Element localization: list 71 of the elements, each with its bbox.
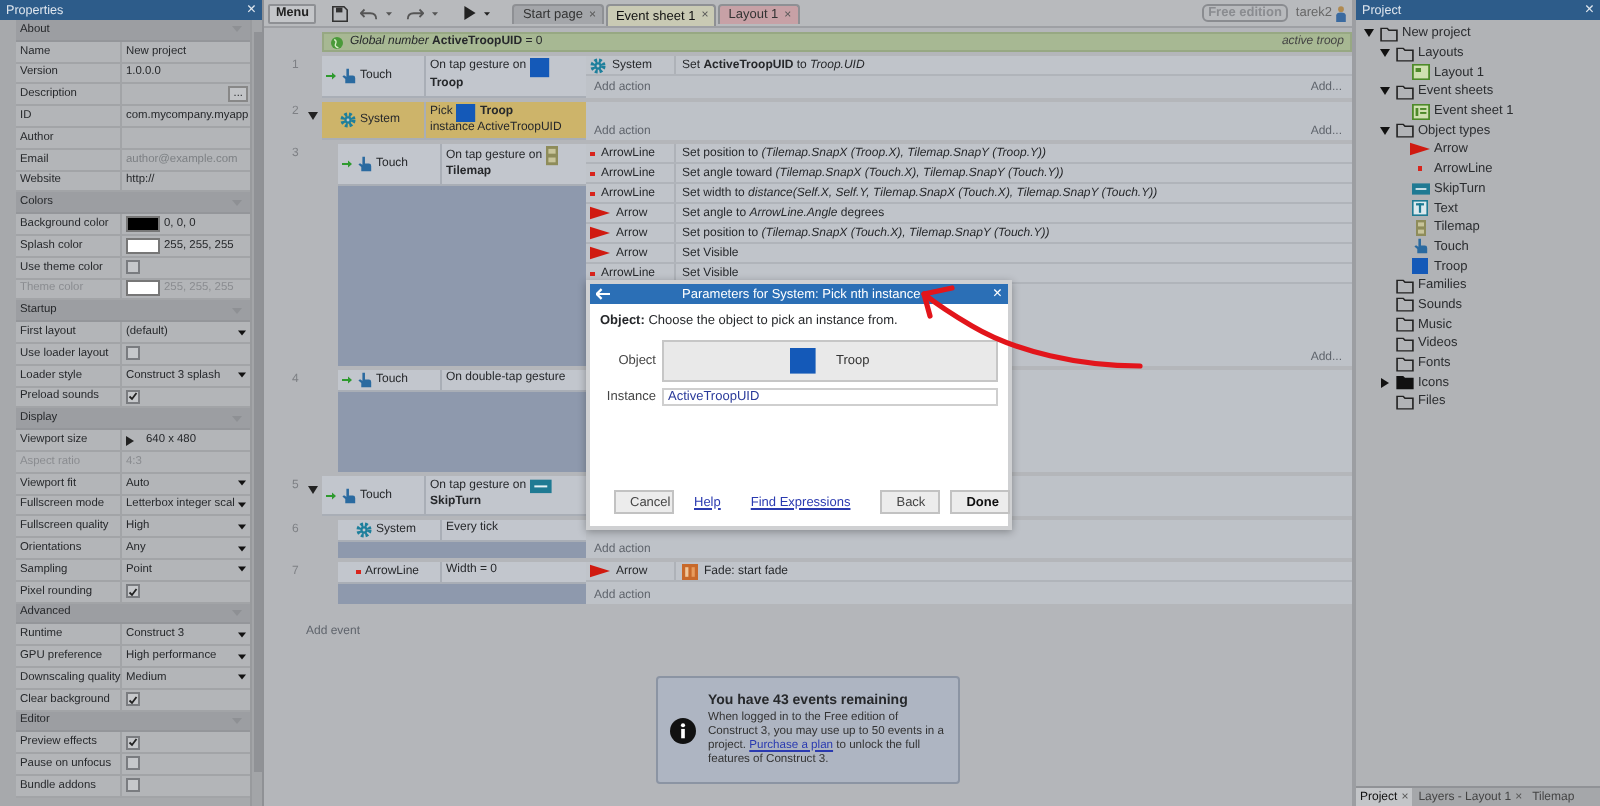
button-icon <box>530 478 552 496</box>
expander-arrow-icon[interactable] <box>1380 86 1390 97</box>
play-icon[interactable] <box>464 6 477 20</box>
square-icon <box>530 58 550 78</box>
expander-arrow-icon[interactable] <box>308 486 318 495</box>
checkbox[interactable] <box>126 346 140 361</box>
hand-icon <box>356 372 372 389</box>
caret-icon <box>238 329 247 336</box>
color-swatch[interactable] <box>126 216 160 233</box>
trigger-arrow-icon <box>342 160 352 169</box>
caret-icon <box>238 566 247 573</box>
expander-arrow-icon[interactable] <box>1380 377 1390 388</box>
hand-icon <box>1412 238 1428 255</box>
caret-icon <box>238 523 247 530</box>
checkbox[interactable] <box>126 778 140 793</box>
button-icon <box>1411 181 1429 196</box>
globe-icon <box>330 35 344 49</box>
caret-icon <box>238 653 247 659</box>
close-button[interactable]: × <box>246 2 256 18</box>
checkbox[interactable] <box>126 692 140 707</box>
expander-arrow-icon[interactable] <box>1364 28 1374 39</box>
hand-icon <box>340 487 356 504</box>
tile-icon <box>546 146 559 166</box>
text-icon <box>1412 200 1428 217</box>
caret-icon <box>238 480 247 487</box>
trigger-arrow-icon <box>326 71 336 80</box>
color-swatch[interactable] <box>126 237 160 254</box>
hand-icon <box>340 67 356 84</box>
fade-icon <box>682 563 698 580</box>
square-icon <box>456 103 476 123</box>
caret-icon <box>238 545 247 552</box>
square-icon <box>1412 258 1428 275</box>
scrollbar-thumb[interactable] <box>253 32 262 772</box>
folder-icon <box>1395 83 1413 100</box>
checkbox[interactable] <box>126 389 140 404</box>
gear-icon <box>356 522 372 539</box>
tile-icon <box>1415 219 1425 236</box>
gear-icon <box>340 111 356 128</box>
scrollbar[interactable] <box>250 20 262 806</box>
checkbox[interactable] <box>126 260 140 275</box>
expander-arrow-icon[interactable] <box>308 111 318 120</box>
undo-icon[interactable] <box>360 7 379 19</box>
folder-icon <box>1395 122 1413 139</box>
flag-icon <box>590 564 610 579</box>
caret-icon[interactable] <box>484 11 491 15</box>
redo-icon[interactable] <box>406 7 425 19</box>
expander-arrow-icon[interactable] <box>1380 48 1390 59</box>
save-icon[interactable] <box>332 5 349 21</box>
expander-arrow-icon[interactable] <box>1380 125 1390 136</box>
caret-icon <box>238 372 247 379</box>
back-arrow-icon[interactable] <box>596 288 610 300</box>
user-icon[interactable] <box>1336 5 1346 21</box>
expand-arrow-icon[interactable] <box>126 435 134 446</box>
square-icon <box>790 348 817 374</box>
layout-icon <box>1411 64 1429 81</box>
checkbox[interactable] <box>126 756 140 771</box>
trigger-arrow-icon <box>326 491 336 500</box>
flag-icon <box>1410 142 1430 157</box>
caret-icon[interactable] <box>386 11 393 15</box>
caret-icon <box>238 674 247 681</box>
caret-icon[interactable] <box>432 11 439 15</box>
close-button[interactable]: × <box>992 286 1002 302</box>
checkbox[interactable] <box>126 735 140 750</box>
caret-icon <box>238 501 247 508</box>
checkbox[interactable] <box>126 584 140 599</box>
trigger-arrow-icon <box>342 376 352 385</box>
caret-icon <box>238 631 247 638</box>
hand-icon <box>356 156 372 173</box>
sheet-icon <box>1411 103 1429 120</box>
info-icon <box>670 717 696 743</box>
close-button[interactable]: × <box>1584 2 1594 18</box>
